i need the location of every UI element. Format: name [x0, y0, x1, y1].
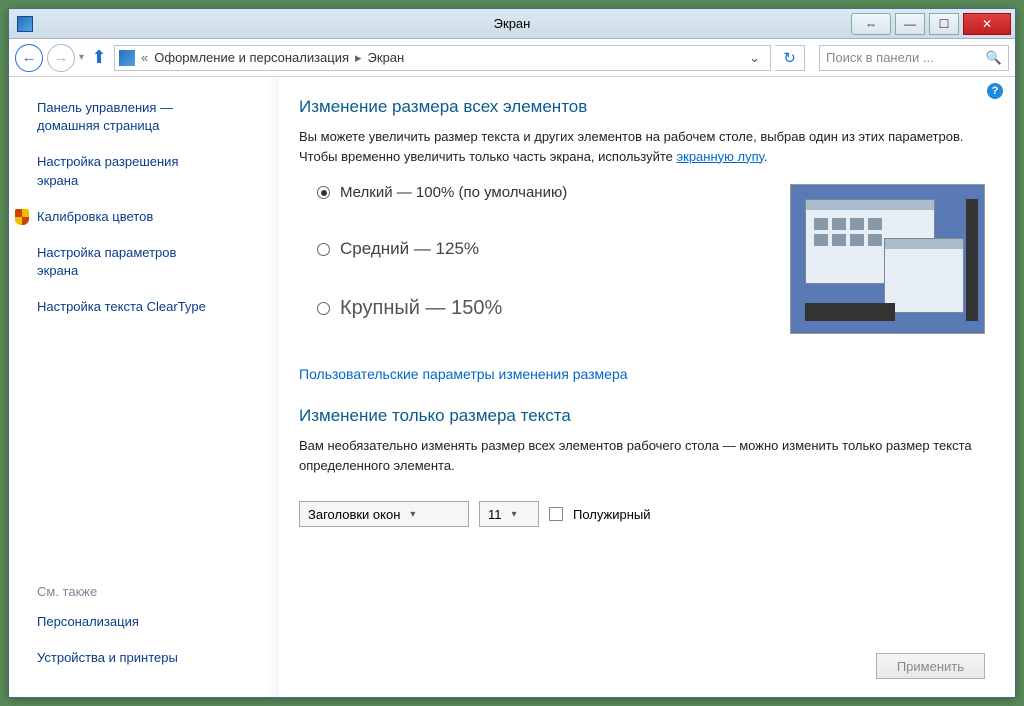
apply-button[interactable]: Применить [876, 653, 985, 679]
text-size-controls: Заголовки окон ▾ 11 ▾ Полужирный [299, 501, 985, 527]
history-dropdown[interactable]: ▾ [79, 52, 84, 63]
forward-button[interactable]: → [47, 44, 75, 72]
chevron-down-icon: ▾ [410, 509, 415, 520]
magnifier-link[interactable]: экранную лупу [677, 149, 764, 164]
close-button[interactable]: ✕ [963, 13, 1011, 35]
bold-checkbox[interactable] [549, 507, 563, 521]
minimize-button[interactable]: — [895, 13, 925, 35]
radio-medium[interactable]: Средний — 125% [317, 239, 770, 259]
chevron-icon: ▸ [355, 50, 362, 66]
sidebar-link-personalize[interactable]: Персонализация [37, 613, 261, 631]
navbar: ← → ▾ ⬆ « Оформление и персонализация ▸ … [9, 39, 1015, 77]
radio-small[interactable]: Мелкий — 100% (по умолчанию) [317, 184, 770, 201]
chevron-icon: « [141, 50, 148, 65]
breadcrumb-icon [119, 50, 135, 66]
size-radio-group: Мелкий — 100% (по умолчанию) Средний — 1… [299, 184, 770, 358]
up-button[interactable]: ⬆ [88, 47, 110, 69]
maximize-button[interactable]: ☐ [929, 13, 959, 35]
sidebar-link-cleartype[interactable]: Настройка текста ClearType [37, 298, 261, 316]
preview-image [790, 184, 985, 334]
sidebar-link-params[interactable]: Настройка параметров экрана [37, 244, 261, 280]
main-panel: Изменение размера всех элементов Вы може… [279, 77, 1015, 697]
radio-icon [317, 302, 330, 315]
radio-icon [317, 186, 330, 199]
help-icon[interactable]: ? [987, 83, 1003, 99]
font-size-combo[interactable]: 11 ▾ [479, 501, 539, 527]
sidebar: Панель управления — домашняя страница На… [9, 77, 279, 697]
sidebar-link-devices[interactable]: Устройства и принтеры [37, 649, 261, 667]
radio-large[interactable]: Крупный — 150% [317, 297, 770, 320]
refresh-button[interactable]: ↻ [775, 45, 805, 71]
heading-resize-all: Изменение размера всех элементов [299, 97, 985, 117]
back-button[interactable]: ← [15, 44, 43, 72]
sidebar-link-resolution[interactable]: Настройка разрешения экрана [37, 153, 261, 189]
search-input[interactable]: Поиск в панели ... 🔍 [819, 45, 1009, 71]
titlebar: Экран ⇔ — ☐ ✕ [9, 9, 1015, 39]
see-also-label: См. также [37, 584, 261, 599]
search-placeholder: Поиск в панели ... [826, 50, 934, 65]
description-text-only: Вам необязательно изменять размер всех э… [299, 436, 985, 475]
bold-label: Полужирный [573, 507, 651, 522]
heading-text-only: Изменение только размера текста [299, 406, 985, 426]
element-combo[interactable]: Заголовки окон ▾ [299, 501, 469, 527]
search-icon: 🔍 [986, 50, 1002, 66]
content-area: ? Панель управления — домашняя страница … [9, 77, 1015, 697]
resize-pill[interactable]: ⇔ [851, 13, 891, 35]
sidebar-home-link[interactable]: Панель управления — домашняя страница [37, 99, 261, 135]
custom-sizing-link[interactable]: Пользовательские параметры изменения раз… [299, 366, 628, 382]
chevron-down-icon: ▾ [512, 509, 517, 520]
radio-icon [317, 243, 330, 256]
breadcrumb-dropdown[interactable]: ⌄ [743, 50, 766, 66]
shield-icon [15, 209, 29, 225]
window-controls: ⇔ — ☐ ✕ [851, 13, 1011, 35]
breadcrumb-item[interactable]: Экран [368, 50, 405, 65]
sidebar-link-calibrate[interactable]: Калибровка цветов [37, 208, 153, 226]
description-resize-all: Вы можете увеличить размер текста и друг… [299, 127, 985, 166]
breadcrumb[interactable]: « Оформление и персонализация ▸ Экран ⌄ [114, 45, 771, 71]
breadcrumb-item[interactable]: Оформление и персонализация [154, 50, 349, 65]
control-panel-window: Экран ⇔ — ☐ ✕ ← → ▾ ⬆ « Оформление и пер… [8, 8, 1016, 698]
app-icon [17, 16, 33, 32]
